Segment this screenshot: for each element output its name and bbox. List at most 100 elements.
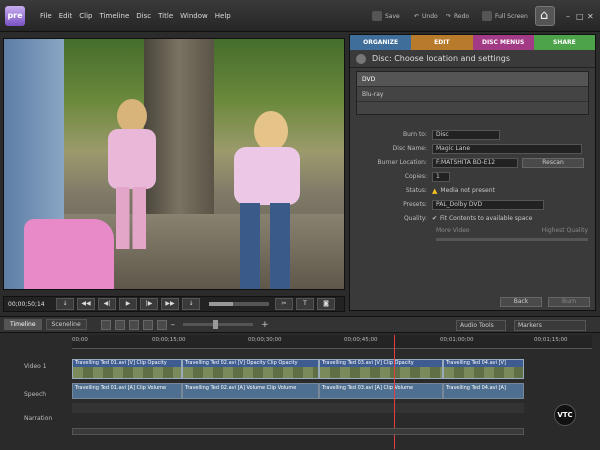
play-icon[interactable]: ▶ bbox=[119, 298, 137, 310]
tab-disc-menus[interactable]: DISC MENUS bbox=[472, 35, 534, 50]
tab-share[interactable]: SHARE bbox=[533, 35, 595, 50]
ripple-icon[interactable] bbox=[156, 319, 167, 330]
disc-name-input[interactable]: Magic Lane bbox=[432, 143, 582, 154]
menu-title[interactable]: Title bbox=[158, 12, 173, 20]
selection-tool-icon[interactable] bbox=[100, 319, 111, 330]
smart-trim-icon[interactable] bbox=[128, 319, 139, 330]
tab-sceneline[interactable]: Sceneline bbox=[45, 319, 87, 330]
go-to-end-icon[interactable]: ▶▶ bbox=[161, 298, 179, 310]
timeline-scrollbar[interactable] bbox=[72, 428, 524, 435]
audio-tools-dropdown[interactable]: Audio Tools bbox=[456, 320, 506, 331]
go-to-start-icon[interactable]: ◀◀ bbox=[77, 298, 95, 310]
panel-title: Disc: Choose location and settings bbox=[372, 54, 511, 63]
menu-disc[interactable]: Disc bbox=[136, 12, 151, 20]
burner-select[interactable]: F:MATSHITA BD-E12 bbox=[432, 157, 518, 168]
audio-clip[interactable]: Travelling Ted 01.avi [A] Clip Volume bbox=[72, 383, 182, 399]
zoom-in-icon[interactable]: + bbox=[261, 320, 269, 330]
disc-type-list: DVD Blu-ray bbox=[356, 71, 589, 115]
video-clip[interactable]: Travelling Ted 01.avi [V] Clip Opacity bbox=[72, 359, 182, 379]
video-frame bbox=[4, 39, 344, 289]
undo-icon: ↶ bbox=[414, 12, 420, 20]
task-panel: ORGANIZE EDIT DISC MENUS SHARE Disc: Cho… bbox=[349, 34, 596, 311]
video-clip[interactable]: Travelling Ted 03.avi [V] Clip Opacity bbox=[319, 359, 443, 379]
copies-row: Copies: 1 bbox=[350, 171, 450, 182]
rescan-button[interactable]: Rescan bbox=[522, 157, 584, 168]
app-logo: pre bbox=[5, 6, 25, 26]
audio-track: Travelling Ted 01.avi [A] Clip Volume Tr… bbox=[72, 383, 524, 399]
burner-row: Burner Location: F:MATSHITA BD-E12 Resca… bbox=[350, 157, 584, 168]
menu-timeline[interactable]: Timeline bbox=[100, 12, 130, 20]
save-icon bbox=[372, 11, 382, 21]
video-clip[interactable]: Travelling Ted 04.avi [V] bbox=[443, 359, 524, 379]
tab-organize[interactable]: ORGANIZE bbox=[350, 35, 412, 50]
step-forward-icon[interactable]: |▶ bbox=[140, 298, 158, 310]
properties-icon[interactable] bbox=[142, 319, 153, 330]
back-arrow-icon[interactable] bbox=[356, 53, 366, 64]
audio-clip[interactable]: Travelling Ted 03.avi [A] Clip Volume bbox=[319, 383, 443, 399]
maximize-icon[interactable]: □ bbox=[576, 12, 584, 21]
audio-clip[interactable]: Travelling Ted 02.avi [A] Volume Clip Vo… bbox=[182, 383, 319, 399]
monitor-panel[interactable] bbox=[3, 38, 345, 290]
quality-slider[interactable] bbox=[436, 238, 588, 241]
narration-track[interactable] bbox=[72, 403, 524, 413]
back-button[interactable]: Back bbox=[500, 297, 542, 307]
presets-row: Presets: PAL_Dolby DVD bbox=[350, 199, 544, 210]
disc-name-row: Disc Name: Magic Lane bbox=[350, 143, 582, 154]
quality-option: Fit Contents to available space bbox=[440, 215, 533, 222]
step-back-icon[interactable]: ◀| bbox=[98, 298, 116, 310]
fullscreen-icon bbox=[482, 11, 492, 21]
zoom-slider[interactable] bbox=[183, 320, 254, 329]
save-button[interactable]: Save bbox=[372, 9, 400, 23]
close-icon[interactable]: ✕ bbox=[587, 12, 594, 21]
mark-out-icon[interactable]: ↓ bbox=[182, 298, 200, 310]
menu-file[interactable]: File bbox=[40, 12, 52, 20]
menu-window[interactable]: Window bbox=[180, 12, 208, 20]
fullscreen-button[interactable]: Full Screen bbox=[482, 9, 528, 23]
timecode-display[interactable]: 00;00;50;14 bbox=[4, 301, 56, 308]
markers-dropdown[interactable]: Markers bbox=[514, 320, 586, 331]
minimize-icon[interactable]: – bbox=[566, 12, 570, 21]
split-clip-icon[interactable]: ✂ bbox=[275, 298, 293, 310]
burn-button[interactable]: Burn bbox=[548, 297, 590, 307]
time-ruler[interactable]: 00;00 00;00;15;00 00;00;30;00 00;00;45;0… bbox=[72, 335, 592, 349]
warning-icon: ▲ bbox=[432, 186, 438, 195]
track-label-video: Video 1 bbox=[24, 363, 47, 370]
title-icon[interactable]: T bbox=[296, 298, 314, 310]
menu-edit[interactable]: Edit bbox=[59, 12, 73, 20]
preset-select[interactable]: PAL_Dolby DVD bbox=[432, 199, 544, 210]
tab-edit[interactable]: EDIT bbox=[411, 35, 473, 50]
menu-help[interactable]: Help bbox=[215, 12, 231, 20]
disc-option-bluray[interactable]: Blu-ray bbox=[357, 87, 588, 102]
more-video-label: More Video bbox=[436, 227, 470, 234]
track-label-speech: Speech bbox=[24, 391, 47, 398]
menu-clip[interactable]: Clip bbox=[79, 12, 92, 20]
smart-fix-icon[interactable] bbox=[114, 319, 125, 330]
mark-in-icon[interactable]: ↓ bbox=[56, 298, 74, 310]
status-text: Media not present bbox=[440, 187, 495, 194]
quality-row: Quality: ✔ Fit Contents to available spa… bbox=[403, 215, 533, 222]
video-clip[interactable]: Travelling Ted 02.avi [V] Opacity Clip O… bbox=[182, 359, 319, 379]
track-label-narration: Narration bbox=[24, 415, 53, 422]
audio-clip[interactable]: Travelling Ted 04.avi [A] bbox=[443, 383, 524, 399]
undo-button[interactable]: ↶ Undo bbox=[414, 9, 438, 23]
redo-icon: ↷ bbox=[446, 12, 452, 20]
menu-bar: File Edit Clip Timeline Disc Title Windo… bbox=[40, 12, 231, 20]
panel-header: Disc: Choose location and settings bbox=[350, 50, 595, 68]
highest-quality-label: Highest Quality bbox=[541, 227, 588, 234]
zoom-out-icon[interactable]: – bbox=[171, 320, 176, 330]
disc-option-dvd[interactable]: DVD bbox=[357, 72, 588, 87]
status-row: Status: ▲ Media not present bbox=[405, 186, 495, 195]
quality-scale-labels: More Video Highest Quality bbox=[436, 225, 588, 236]
snapshot-icon[interactable]: ◙ bbox=[317, 298, 335, 310]
copies-stepper[interactable]: 1 bbox=[432, 171, 450, 182]
title-bar: pre File Edit Clip Timeline Disc Title W… bbox=[0, 0, 600, 32]
burn-to-select[interactable]: Disc bbox=[432, 129, 500, 140]
home-button[interactable] bbox=[535, 6, 555, 26]
shuttle-slider[interactable] bbox=[209, 302, 269, 306]
redo-button[interactable]: ↷ Redo bbox=[446, 9, 469, 23]
vtc-watermark: VTC bbox=[554, 404, 576, 426]
tab-timeline[interactable]: Timeline bbox=[4, 319, 42, 330]
transport-controls: 00;00;50;14 ↓ ◀◀ ◀| ▶ |▶ ▶▶ ↓ ✂ T ◙ bbox=[3, 296, 345, 312]
quality-checkbox-icon[interactable]: ✔ bbox=[432, 215, 437, 222]
burn-to-row: Burn to: Disc bbox=[350, 129, 500, 140]
